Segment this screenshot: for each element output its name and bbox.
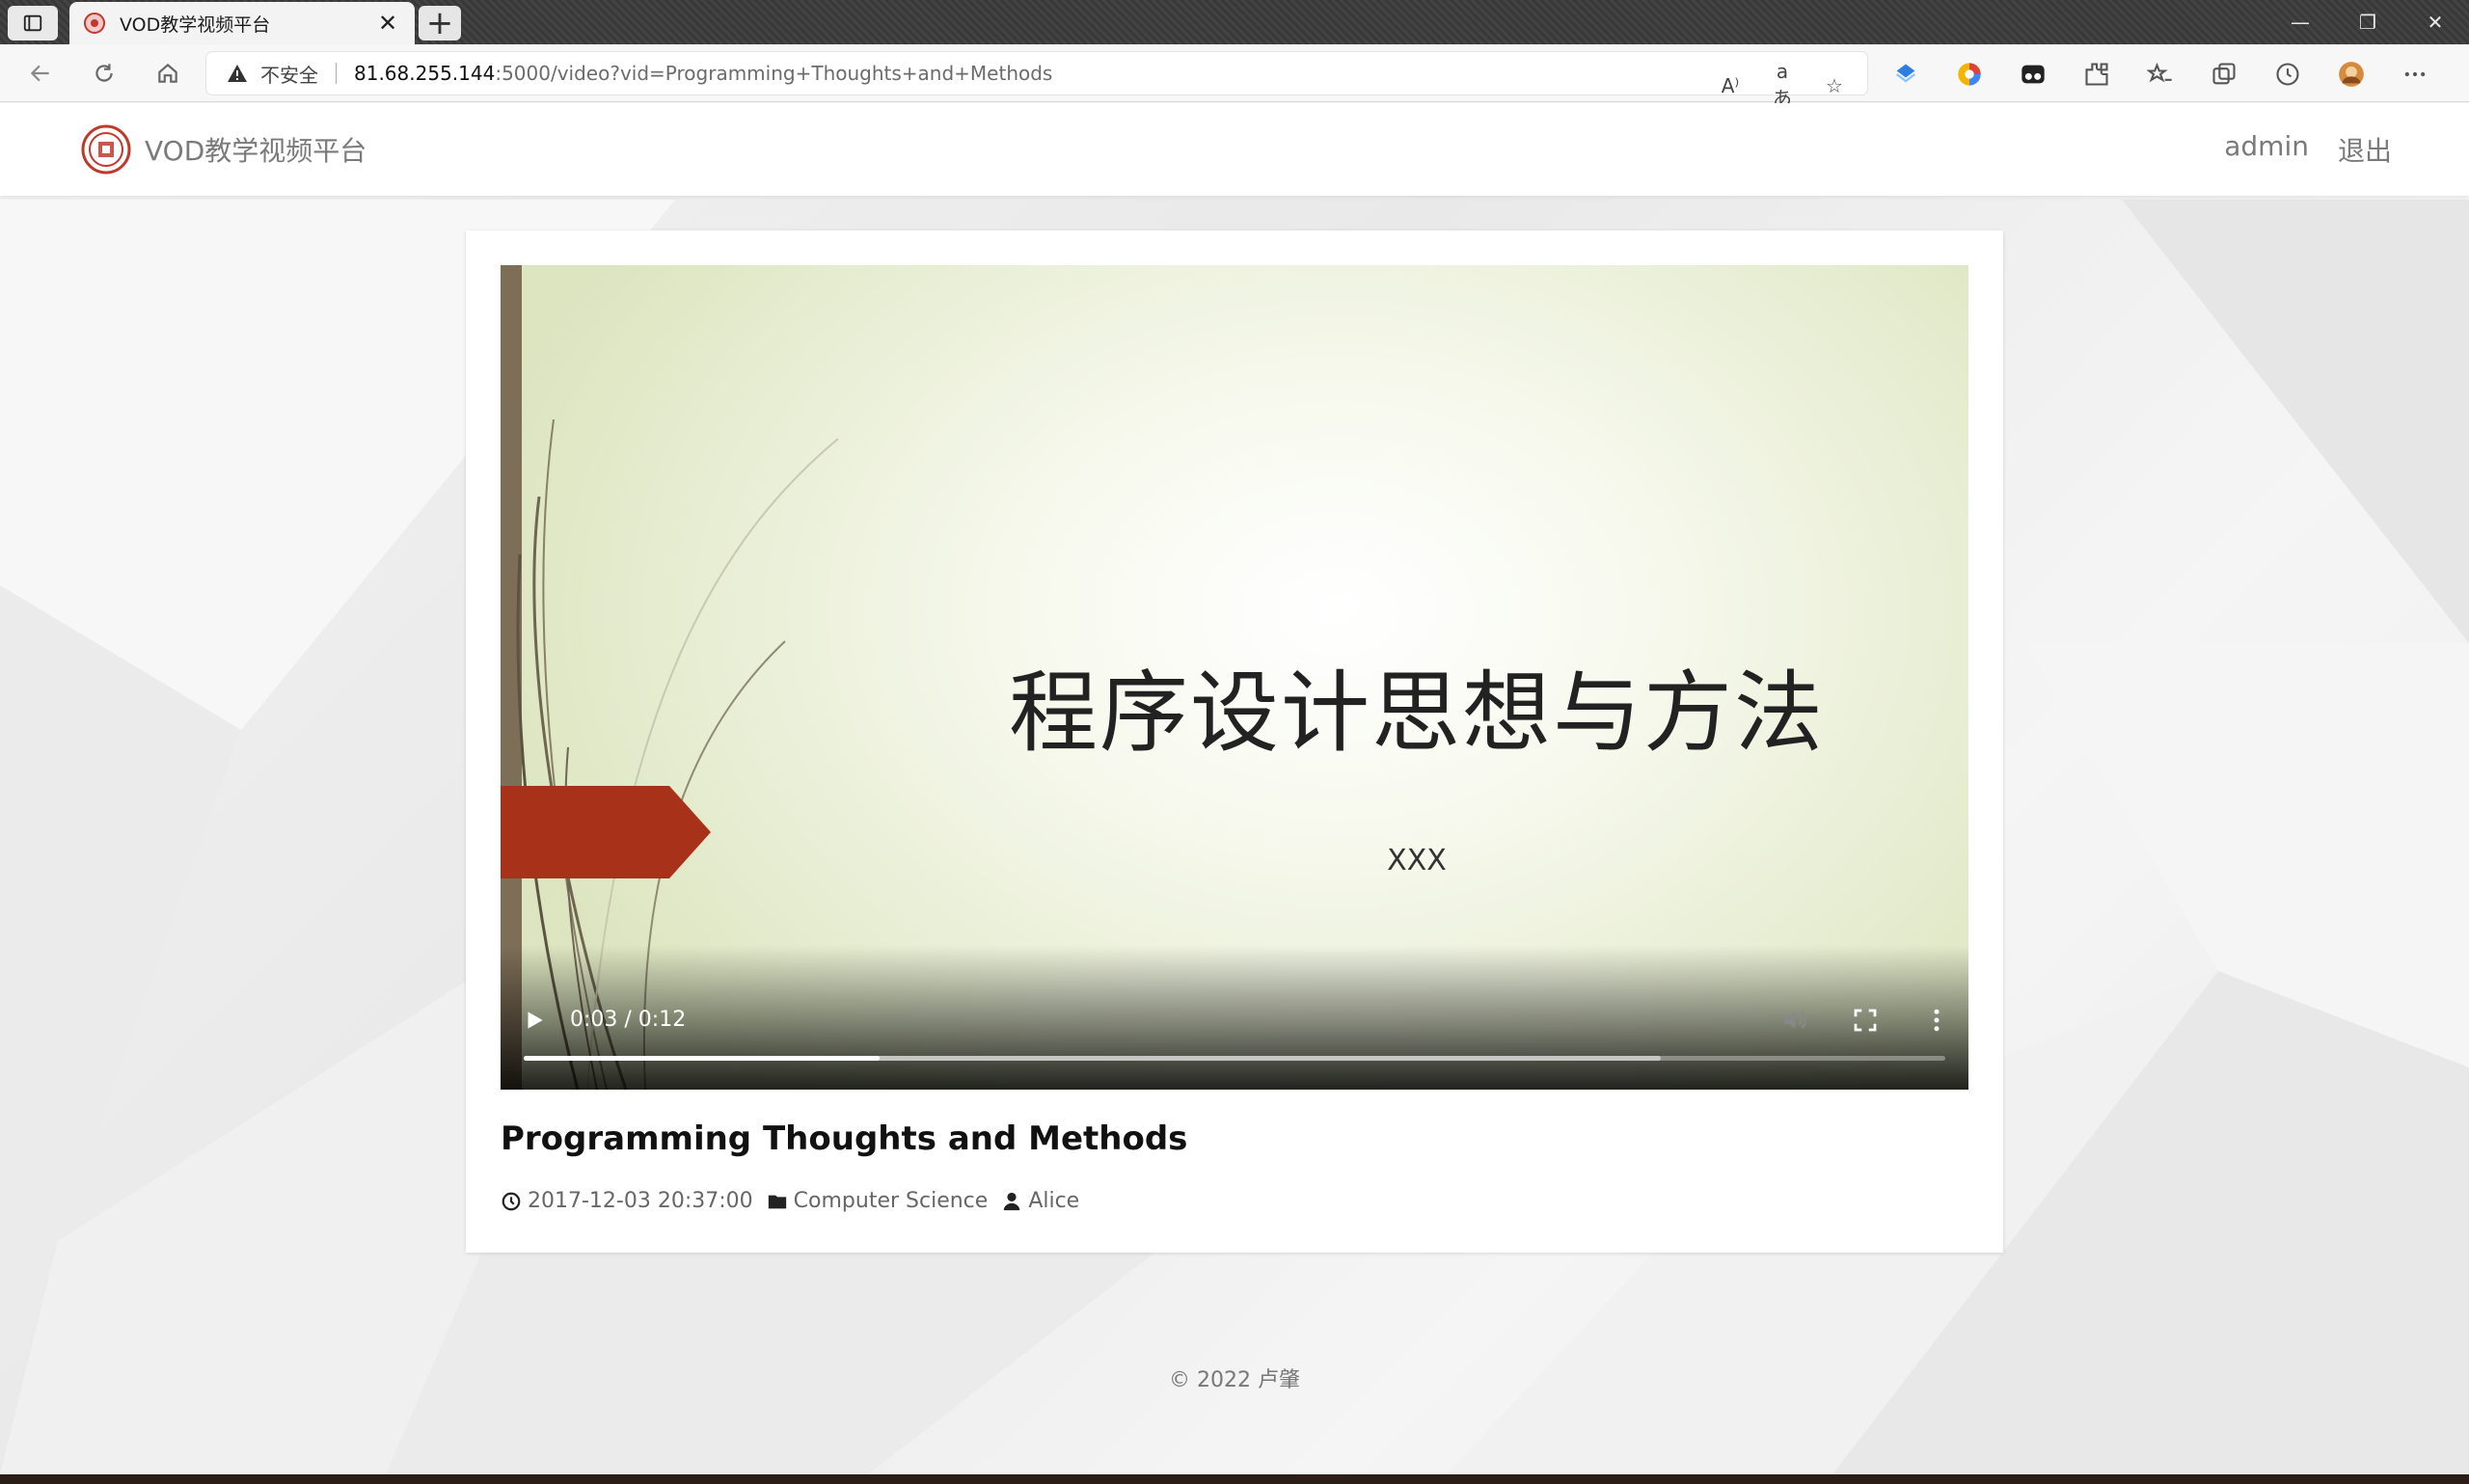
new-tab-button[interactable]: + xyxy=(419,6,461,40)
user-icon xyxy=(1004,1192,1020,1210)
site-brand[interactable]: VOD教学视频平台 xyxy=(81,124,366,175)
logout-link[interactable]: 退出 xyxy=(2338,130,2392,169)
user-nav: admin 退出 xyxy=(2224,130,2392,169)
site-navbar: VOD教学视频平台 admin 退出 xyxy=(0,103,2469,196)
tab-actions-button[interactable] xyxy=(8,6,58,40)
url-path: :5000/video?vid=Programming+Thoughts+and… xyxy=(495,62,1053,85)
favorites-icon[interactable] xyxy=(2143,57,2178,92)
university-logo-icon xyxy=(81,124,131,175)
extension-blue-icon[interactable] xyxy=(1888,57,1923,92)
extension-colorwheel-icon[interactable] xyxy=(1952,57,1987,92)
url-host: 81.68.255.144 xyxy=(354,62,496,85)
video-datetime: 2017-12-03 20:37:00 xyxy=(501,1189,753,1213)
video-progress-bar[interactable] xyxy=(524,1056,1945,1061)
site-favicon-icon xyxy=(84,13,105,34)
slide-subtitle: XXX xyxy=(1387,844,1447,877)
profile-avatar[interactable] xyxy=(2334,57,2369,92)
browser-toolbar: 不安全 81.68.255.144 :5000/video?vid=Progra… xyxy=(0,44,2469,110)
restore-button[interactable]: ❐ xyxy=(2334,0,2401,44)
read-aloud-icon[interactable]: A⁾ xyxy=(1715,74,1746,97)
collections-icon[interactable] xyxy=(2207,57,2241,92)
video-time-display: 0:03 / 0:12 xyxy=(570,1008,687,1032)
address-bar[interactable]: 不安全 81.68.255.144 :5000/video?vid=Progra… xyxy=(206,52,1867,110)
minimize-button[interactable]: — xyxy=(2266,0,2334,44)
add-favorite-icon[interactable]: ☆ xyxy=(1819,74,1850,97)
browser-tab-active[interactable]: VOD教学视频平台 ✕ xyxy=(69,2,415,44)
tab-title: VOD教学视频平台 xyxy=(120,13,271,36)
video-author-text: Alice xyxy=(1028,1189,1080,1213)
home-button[interactable] xyxy=(149,56,187,91)
video-controls-overlay xyxy=(501,945,1968,1090)
warning-icon[interactable] xyxy=(226,62,249,85)
video-datetime-text: 2017-12-03 20:37:00 xyxy=(528,1189,753,1213)
video-category: Computer Science xyxy=(767,1189,989,1213)
video-category-text: Computer Science xyxy=(793,1189,989,1213)
clock-icon xyxy=(502,1192,521,1210)
more-options-icon[interactable] xyxy=(1922,1006,1951,1035)
close-window-button[interactable]: ✕ xyxy=(2401,0,2469,44)
address-separator xyxy=(336,63,337,84)
taskbar-edge xyxy=(0,1474,2469,1484)
play-icon[interactable] xyxy=(522,1008,547,1033)
video-player[interactable]: 程序设计思想与方法 XXX 0:03 / 0:12 xyxy=(501,265,1968,1090)
video-title: Programming Thoughts and Methods xyxy=(501,1120,1188,1158)
refresh-button[interactable] xyxy=(85,56,123,91)
volume-icon[interactable] xyxy=(1779,1006,1808,1035)
video-meta: 2017-12-03 20:37:00 Computer Science Ali… xyxy=(501,1189,1093,1213)
video-author: Alice xyxy=(1001,1189,1079,1213)
back-button[interactable] xyxy=(21,56,60,91)
fullscreen-icon[interactable] xyxy=(1851,1006,1880,1035)
user-link[interactable]: admin xyxy=(2224,130,2309,169)
slide-title: 程序设计思想与方法 xyxy=(1008,661,1825,765)
tab-close-icon[interactable]: ✕ xyxy=(374,10,401,37)
extension-icons xyxy=(1888,57,2432,92)
security-status-text[interactable]: 不安全 xyxy=(260,60,318,88)
settings-more-icon[interactable] xyxy=(2398,57,2432,92)
window-controls: — ❐ ✕ xyxy=(2266,0,2469,44)
site-footer: © 2022 卢肇 xyxy=(1169,1368,1300,1392)
home-icon xyxy=(158,63,177,83)
brand-name: VOD教学视频平台 xyxy=(145,135,367,167)
tab-actions-icon xyxy=(23,14,42,32)
slide-ribbon xyxy=(501,786,711,878)
extension-tampermonkey-icon[interactable] xyxy=(2016,57,2050,92)
web-page: VOD教学视频平台 admin 退出 程序设计思想与方法 XXX 0:03 / … xyxy=(0,103,2469,1474)
folder-icon xyxy=(768,1195,786,1208)
browser-tabstrip: VOD教学视频平台 ✕ + — ❐ ✕ xyxy=(0,0,2469,44)
arrow-left-icon xyxy=(30,65,49,82)
history-icon[interactable] xyxy=(2270,57,2305,92)
refresh-icon xyxy=(95,64,113,82)
video-played-bar xyxy=(524,1056,880,1061)
video-card: 程序设计思想与方法 XXX 0:03 / 0:12 Programming Th… xyxy=(466,230,2003,1253)
extensions-puzzle-icon[interactable] xyxy=(2079,57,2114,92)
